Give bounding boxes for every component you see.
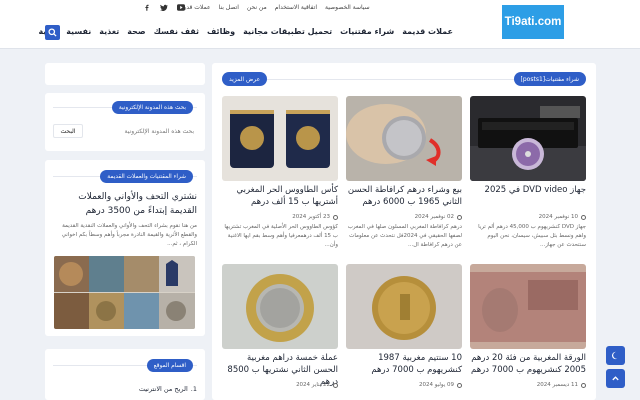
- search-widget-title: بحث هذه المدونة الإلكترونية: [111, 101, 193, 114]
- nav-item-old-coins[interactable]: عملات قديمة: [402, 27, 453, 36]
- post-card[interactable]: عملة خمسة دراهم مغربية الحسن الثاني نشتر…: [222, 264, 338, 400]
- post-thumbnail-peacock-cup[interactable]: [222, 96, 338, 181]
- promo-widget-title: شراء المقتنيات والعملات القديمة: [100, 170, 193, 183]
- nav-item-nutrition[interactable]: تغذية: [99, 27, 119, 36]
- chevron-up-icon: [612, 376, 619, 381]
- sidebar-search-widget: بحث هذه المدونة الإلكترونية: [45, 93, 205, 151]
- nav-item-jobs[interactable]: وظائف: [207, 27, 235, 36]
- search-icon: [48, 28, 57, 37]
- top-link-terms[interactable]: اتفاقية الاستخدام: [275, 4, 317, 11]
- categories-widget-title: اقسام الموقع: [146, 359, 193, 372]
- post-excerpt: جهاز DVD كنشريهوم ب 45,000 درهم ألم تريا…: [478, 224, 586, 248]
- twitter-icon[interactable]: [160, 4, 168, 11]
- post-thumbnail-dvd[interactable]: [470, 96, 586, 181]
- post-title[interactable]: الورقة المغربية من فئة 20 درهم 2005 كنشر…: [470, 352, 586, 376]
- post-card[interactable]: 10 سنتيم مغربية 1987 كنشريهوم ب 7000 دره…: [346, 264, 462, 400]
- nav-item-educate[interactable]: ثقف نفسك: [154, 27, 199, 36]
- promo-title[interactable]: نشتري التحف والأواني والعملات القديمة إب…: [53, 190, 197, 218]
- scroll-to-top-button[interactable]: [606, 369, 625, 388]
- main-nav: عملات قديمة شراء مقتنيات تحميل تطبيقات م…: [0, 23, 640, 48]
- post-card[interactable]: الورقة المغربية من فئة 20 درهم 2005 كنشر…: [470, 264, 586, 400]
- clock-icon: [581, 214, 586, 220]
- nav-item-psychology[interactable]: نفسية: [66, 27, 91, 36]
- post-card[interactable]: بيع وشراء درهم كرافاطة الحسن الثاني 1965…: [346, 96, 462, 256]
- top-link-contact[interactable]: اتصل بنا: [219, 4, 239, 11]
- facebook-icon[interactable]: [143, 4, 151, 11]
- header-divider: [0, 48, 640, 49]
- category-number: 1.: [190, 385, 197, 393]
- clock-icon: [457, 382, 462, 388]
- posts-panel: شراء مقتنيات[posts1] عرض المزيد جهاز DVD…: [212, 63, 596, 400]
- dark-mode-toggle[interactable]: [606, 346, 625, 365]
- promo-text: من هنا نقوم بشراء التحف والأواني والعملا…: [61, 223, 197, 247]
- post-date: 22 يناير 2024: [296, 382, 338, 388]
- social-links: [143, 4, 185, 11]
- clock-icon: [333, 214, 338, 220]
- post-title[interactable]: بيع وشراء درهم كرافاطة الحسن الثاني 1965…: [346, 184, 462, 208]
- post-thumbnail-coin[interactable]: [346, 96, 462, 181]
- nav-item-free-apps[interactable]: تحميل تطبيقات مجانية: [243, 27, 332, 36]
- clock-icon: [581, 382, 586, 388]
- top-links: سياسة الخصوصية اتفاقية الاستخدام من نحن …: [178, 4, 370, 11]
- post-thumbnail-five-dirhams[interactable]: [222, 264, 338, 349]
- header-search-button[interactable]: [45, 25, 60, 40]
- moon-icon: [611, 351, 618, 360]
- show-more-button[interactable]: عرض المزيد: [222, 72, 268, 86]
- post-thumbnail-banknote[interactable]: [470, 264, 586, 349]
- nav-items: عملات قديمة شراء مقتنيات تحميل تطبيقات م…: [38, 27, 453, 36]
- sidebar-search-input[interactable]: بحث هذه المدونة الإلكترونية: [83, 124, 198, 138]
- youtube-icon[interactable]: [177, 4, 185, 11]
- clock-icon: [333, 382, 338, 388]
- post-title[interactable]: جهاز DVD video في 2025: [470, 184, 586, 196]
- post-date: 23 أكتوبر 2024: [292, 214, 338, 220]
- post-title[interactable]: 10 سنتيم مغربية 1987 كنشريهوم ب 7000 دره…: [346, 352, 462, 376]
- post-excerpt: كؤوس الطاووس الحر الأصلية في المغرب تشتر…: [224, 224, 338, 248]
- category-item[interactable]: 1. الربح من الانترنيت: [139, 385, 197, 393]
- sidebar-search-button[interactable]: البحث: [53, 124, 83, 138]
- post-date: 09 يوليو 2024: [419, 382, 462, 388]
- sidebar-blank-widget: [45, 63, 205, 85]
- post-excerpt: درهم كرافاطة المغربي المسلون صلها في الم…: [347, 224, 462, 248]
- section-label[interactable]: شراء مقتنيات[posts1]: [513, 72, 586, 86]
- nav-item-health[interactable]: صحة: [127, 27, 145, 36]
- top-link-privacy[interactable]: سياسة الخصوصية: [325, 4, 370, 11]
- nav-item-buy-collectibles[interactable]: شراء مقتنيات: [340, 27, 394, 36]
- post-date: 10 نوفمبر 2024: [539, 214, 586, 220]
- post-thumbnail-10-centimes[interactable]: [346, 264, 462, 349]
- post-card[interactable]: كأس الطاووس الحر المغربي أشتريها ب 15 أل…: [222, 96, 338, 256]
- post-date: 02 نوفمبر 2024: [415, 214, 462, 220]
- post-date: 11 ديسمبر 2024: [537, 382, 586, 388]
- post-card[interactable]: جهاز DVD video في 2025 10 نوفمبر 2024 جه…: [470, 96, 586, 256]
- promo-image-collage[interactable]: [54, 256, 195, 329]
- category-label[interactable]: الربح من الانترنيت: [139, 385, 188, 393]
- top-link-about[interactable]: من نحن: [247, 4, 267, 11]
- clock-icon: [457, 214, 462, 220]
- sidebar-search-box: البحث بحث هذه المدونة الإلكترونية: [53, 124, 198, 138]
- post-title[interactable]: كأس الطاووس الحر المغربي أشتريها ب 15 أل…: [222, 184, 338, 208]
